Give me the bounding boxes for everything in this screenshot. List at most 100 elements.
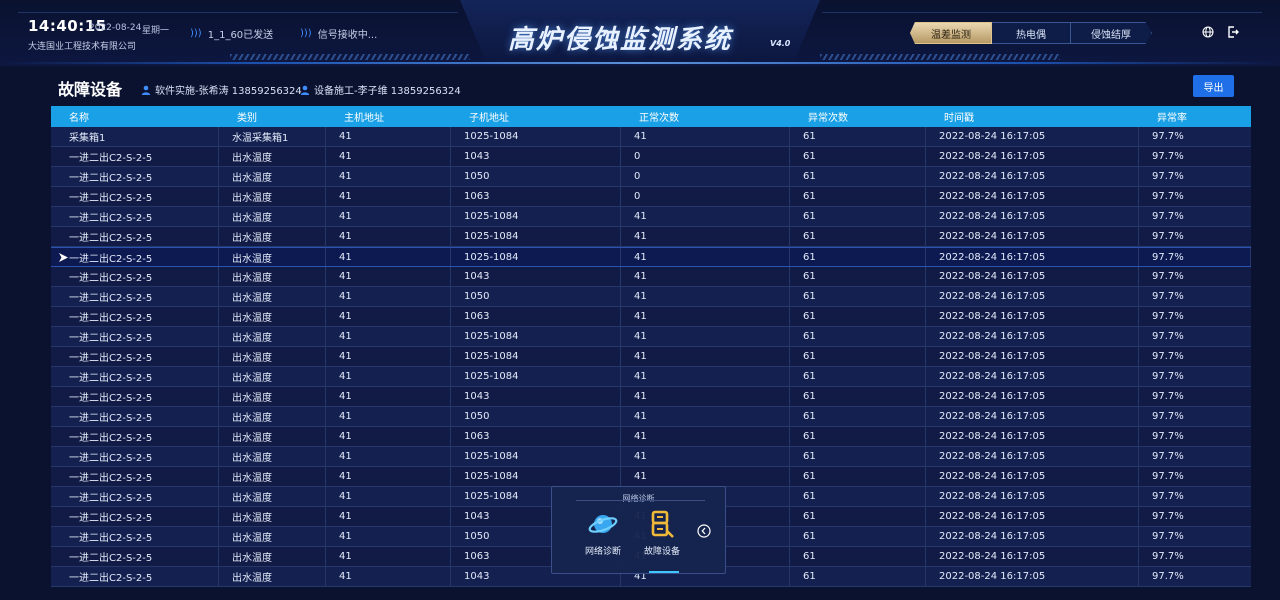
cell-normal-count: 41 xyxy=(621,327,790,346)
cell-name: 一进二出C2-S-2-5 xyxy=(51,347,219,366)
cell-category: 出水温度 xyxy=(219,567,326,586)
cell-timestamp: 2022-08-24 16:17:05 xyxy=(926,287,1139,306)
cell-timestamp: 2022-08-24 16:17:05 xyxy=(926,367,1139,386)
tab-erosion[interactable]: 侵蚀结厚 xyxy=(1070,22,1152,44)
table-row[interactable]: 一进二出C2-S-2-5出水温度411025-108441612022-08-2… xyxy=(51,247,1251,267)
person-icon xyxy=(300,85,310,95)
cell-abnormal-count: 61 xyxy=(790,447,926,466)
active-indicator xyxy=(649,571,679,573)
table-row[interactable]: 一进二出C2-S-2-5 出水温度 41 1043 0 61 2022-08-24 16:1… xyxy=(51,147,1251,167)
cell-category: 出水温度 xyxy=(219,407,326,426)
cell-host-address: 41 xyxy=(326,367,451,386)
signal-icon: ))) xyxy=(300,28,312,39)
clock-weekday: 星期一 xyxy=(142,26,170,36)
column-header-name[interactable]: 名称 xyxy=(51,109,219,124)
cell-normal-count: 41 xyxy=(621,407,790,426)
chevron-left-icon[interactable] xyxy=(697,524,711,538)
cell-abnormal-count: 61 xyxy=(790,307,926,326)
table-row[interactable]: 采集箱1 水温采集箱1 41 1025-1084 41 61 2022-08-24 16:1… xyxy=(51,127,1251,147)
export-button[interactable]: 导出 xyxy=(1193,75,1234,97)
cell-abnormal-count: 61 xyxy=(790,127,926,146)
signal-icon: ))) xyxy=(190,28,202,39)
network-diagnosis-label: 网络诊断 xyxy=(584,547,621,557)
title-deco-right xyxy=(820,54,1060,60)
cell-abnormal-rate: 97.7% xyxy=(1152,211,1184,222)
table-row[interactable]: 一进二出C2-S-2-5出水温度41104341612022-08-24 16:… xyxy=(51,267,1251,287)
cell-category: 出水温度 xyxy=(219,427,326,446)
cell-sub-address: 1043 xyxy=(451,147,621,166)
column-header-normal-count[interactable]: 正常次数 xyxy=(621,109,790,124)
cell-abnormal-count: 61 xyxy=(790,507,926,526)
table-row[interactable]: 一进二出C2-S-2-5出水温度41106341612022-08-24 16:… xyxy=(51,427,1251,447)
column-header-abnormal-count[interactable]: 异常次数 xyxy=(790,109,926,124)
cell-timestamp: 2022-08-24 16:17:05 xyxy=(926,547,1139,566)
status-receiving-text: 信号接收中... xyxy=(317,30,378,41)
cell-name: 一进二出C2-S-2-5 xyxy=(51,387,219,406)
cell-host-address: 41 xyxy=(326,527,451,546)
cell-name: 一进二出C2-S-2-5 xyxy=(51,327,219,346)
cell-abnormal-rate: 97.7% xyxy=(1152,231,1184,242)
table-row[interactable]: 一进二出C2-S-2-5出水温度41105041612022-08-24 16:… xyxy=(51,287,1251,307)
cell-timestamp: 2022-08-24 16:17:05 xyxy=(926,467,1139,486)
cell-host-address: 41 xyxy=(326,227,451,246)
header-glow-line xyxy=(0,62,1280,64)
cell-timestamp: 2022-08-24 16:17:05 xyxy=(926,248,1139,266)
cell-normal-count: 41 xyxy=(621,307,790,326)
table-row[interactable]: 一进二出C2-S-2-5出水温度41104341612022-08-24 16:… xyxy=(51,387,1251,407)
app-header: 14:40:15 2022-08-24 星期一 大连国业工程技术有限公司 )))… xyxy=(0,0,1280,66)
cell-name: 一进二出C2-S-2-5 xyxy=(51,167,219,186)
network-diagnosis-button[interactable]: 网络诊断 xyxy=(578,509,628,557)
table-row[interactable]: 一进二出C2-S-2-5出水温度411025-108441612022-08-2… xyxy=(51,367,1251,387)
cell-name: 一进二出C2-S-2-5 xyxy=(51,267,219,286)
cell-sub-address: 1043 xyxy=(451,387,621,406)
table-row[interactable]: 一进二出C2-S-2-5出水温度411025-108441612022-08-2… xyxy=(51,327,1251,347)
cell-category: 出水温度 xyxy=(219,267,326,286)
exit-icon[interactable] xyxy=(1227,26,1239,38)
cell-sub-address: 1063 xyxy=(451,427,621,446)
table-row[interactable]: 一进二出C2-S-2-5出水温度411025-108441612022-08-2… xyxy=(51,347,1251,367)
table-row[interactable]: 一进二出C2-S-2-5出水温度411025-108441612022-08-2… xyxy=(51,467,1251,487)
quick-panel-divider xyxy=(576,500,705,501)
column-header-timestamp[interactable]: 时间戳 xyxy=(926,109,1139,124)
fault-device-button[interactable]: 故障设备 xyxy=(637,509,687,557)
table-row[interactable]: 一进二出C2-S-2-5出水温度41106341612022-08-24 16:… xyxy=(51,307,1251,327)
cell-abnormal-rate: 97.7% xyxy=(1152,511,1184,522)
cell-normal-count: 41 xyxy=(621,207,790,226)
tab-thermocouple[interactable]: 热电偶 xyxy=(991,22,1071,44)
cell-abnormal-count: 61 xyxy=(790,427,926,446)
cell-host-address: 41 xyxy=(326,427,451,446)
cell-abnormal-rate: 97.7% xyxy=(1152,571,1184,582)
column-header-abnormal-rate[interactable]: 异常率 xyxy=(1139,109,1251,124)
status-sent: ))) 1_1_60已发送 xyxy=(190,26,273,41)
cell-host-address: 41 xyxy=(326,187,451,206)
cell-sub-address: 1025-1084 xyxy=(451,347,621,366)
cell-timestamp: 2022-08-24 16:17:05 xyxy=(926,267,1139,286)
cell-timestamp: 2022-08-24 16:17:05 xyxy=(926,567,1139,586)
table-row[interactable]: 一进二出C2-S-2-5 出水温度 41 1063 0 61 2022-08-24 16:1… xyxy=(51,187,1251,207)
cell-host-address: 41 xyxy=(326,547,451,566)
cell-normal-count: 41 xyxy=(621,387,790,406)
cell-category: 水温采集箱1 xyxy=(219,127,326,146)
cell-host-address: 41 xyxy=(326,347,451,366)
column-header-host-address[interactable]: 主机地址 xyxy=(326,109,451,124)
cell-category: 出水温度 xyxy=(219,287,326,306)
cell-category: 出水温度 xyxy=(219,507,326,526)
cell-timestamp: 2022-08-24 16:17:05 xyxy=(926,347,1139,366)
tab-temperature-diff[interactable]: 温差监测 xyxy=(910,22,992,44)
table-row[interactable]: 一进二出C2-S-2-5出水温度411025-108441612022-08-2… xyxy=(51,447,1251,467)
column-header-category[interactable]: 类别 xyxy=(219,109,326,124)
table-row[interactable]: 一进二出C2-S-2-5 出水温度 41 1050 0 61 2022-08-24 16:1… xyxy=(51,167,1251,187)
cell-name: 一进二出C2-S-2-5 xyxy=(51,207,219,226)
cell-abnormal-count: 61 xyxy=(790,387,926,406)
table-row[interactable]: 一进二出C2-S-2-5出水温度411025-108441612022-08-2… xyxy=(51,227,1251,247)
app-title: 高炉侵蚀监测系统 xyxy=(508,25,733,55)
column-header-sub-address[interactable]: 子机地址 xyxy=(451,109,621,124)
table-row[interactable]: 一进二出C2-S-2-5出水温度411025-108441612022-08-2… xyxy=(51,207,1251,227)
globe-icon[interactable] xyxy=(1202,26,1214,38)
cell-category: 出水温度 xyxy=(219,227,326,246)
cell-abnormal-count: 61 xyxy=(790,287,926,306)
cell-abnormal-rate: 97.7% xyxy=(1152,351,1184,362)
table-row[interactable]: 一进二出C2-S-2-5出水温度41105041612022-08-24 16:… xyxy=(51,407,1251,427)
cell-timestamp: 2022-08-24 16:17:05 xyxy=(926,527,1139,546)
cell-abnormal-rate: 97.7% xyxy=(1152,311,1184,322)
